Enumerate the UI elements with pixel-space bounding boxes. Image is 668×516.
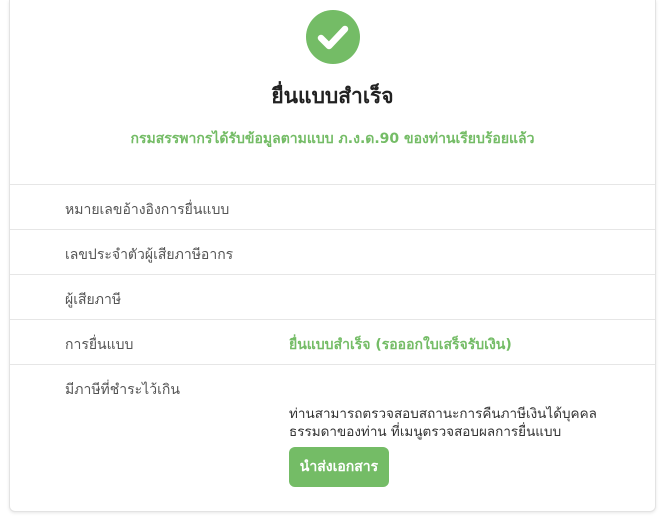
taxpayer-id-label: เลขประจำตัวผู้เสียภาษีอากร [65,247,234,263]
refund-status-note: ท่านสามารถตรวจสอบสถานะการคืนภาษีเงินได้บ… [289,406,597,440]
taxpayer-label: ผู้เสียภาษี [65,292,122,308]
filing-status-row: การยื่นแบบ ยื่นแบบสำเร็จ (รอออกใบเสร็จรั… [10,319,655,364]
check-circle-icon [306,10,360,64]
reference-number-row: หมายเลขอ้างอิงการยื่นแบบ [10,184,655,229]
filing-status-label: การยื่นแบบ [65,337,134,353]
submit-documents-button[interactable]: นำส่งเอกสาร [289,447,389,487]
taxpayer-row: ผู้เสียภาษี [10,274,655,319]
filing-result-card: ยื่นแบบสำเร็จ กรมสรรพากรได้รับข้อมูลตามแ… [9,0,656,512]
taxpayer-id-row: เลขประจำตัวผู้เสียภาษีอากร [10,229,655,274]
overpaid-tax-row: มีภาษีที่ชำระไว้เกิน ท่านสามารถตรวจสอบสถ… [10,364,655,511]
success-title: ยื่นแบบสำเร็จ [271,84,394,108]
filing-status-value: ยื่นแบบสำเร็จ (รอออกใบเสร็จรับเงิน) [289,337,512,353]
overpaid-tax-label: มีภาษีที่ชำระไว้เกิน [65,382,180,398]
success-message: กรมสรรพากรได้รับข้อมูลตามแบบ ภ.ง.ด.90 ขอ… [130,131,535,147]
reference-number-label: หมายเลขอ้างอิงการยื่นแบบ [65,202,230,218]
